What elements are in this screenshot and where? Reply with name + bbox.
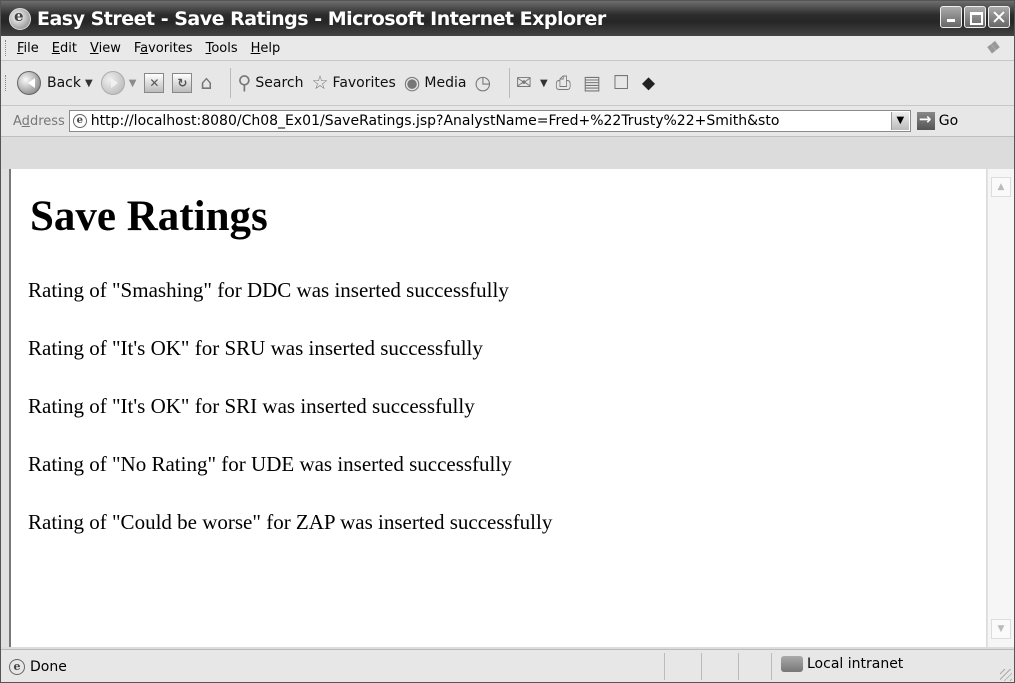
search-button[interactable]: ⚲ Search <box>237 72 303 94</box>
result-message: Rating of "Could be worse" for ZAP was i… <box>28 510 553 534</box>
home-button[interactable]: ⌂ <box>200 72 216 94</box>
maximize-button[interactable] <box>964 6 986 28</box>
favorites-button[interactable]: ☆ Favorites <box>312 72 396 94</box>
page-content: Save Ratings Rating of "Smashing" for DD… <box>11 169 986 647</box>
result-message: Rating of "No Rating" for UDE was insert… <box>28 452 512 476</box>
menu-tools[interactable]: Tools <box>206 41 238 56</box>
status-panel <box>664 653 665 680</box>
stop-icon: ✕ <box>144 73 165 93</box>
windows-logo-icon: ❖ <box>984 38 1000 57</box>
resize-grip[interactable] <box>1000 669 1012 681</box>
page-title: Save Ratings <box>30 193 268 240</box>
scroll-down-arrow-icon[interactable]: ▼ <box>991 619 1011 639</box>
result-message: Rating of "It's OK" for SRI was inserted… <box>28 394 475 418</box>
result-message: Rating of "It's OK" for SRU was inserted… <box>28 336 483 360</box>
minimize-button[interactable] <box>940 6 962 28</box>
toolbar-separator <box>230 68 232 98</box>
star-icon: ☆ <box>311 72 329 94</box>
history-button[interactable]: ◷ <box>474 72 495 94</box>
intranet-icon <box>781 656 803 672</box>
menu-help[interactable]: Help <box>251 41 281 56</box>
standard-toolbar: Back ▼ ▼ ✕ ↻ ⌂ ⚲ Search ☆ Favorites ◉ Me… <box>1 61 1014 106</box>
back-arrow-icon <box>17 71 41 95</box>
status-panel <box>701 653 702 680</box>
mail-icon: ✉ <box>516 72 532 94</box>
window-controls <box>940 6 1010 28</box>
back-button[interactable]: Back ▼ <box>17 71 93 95</box>
history-icon: ◷ <box>474 72 492 94</box>
refresh-button[interactable]: ↻ <box>172 73 193 93</box>
media-button[interactable]: ◉ Media <box>404 72 467 94</box>
menu-bar: File Edit View Favorites Tools Help ❖ <box>1 36 1014 61</box>
address-input[interactable]: e http://localhost:8080/Ch08_Ex01/SaveRa… <box>68 110 911 132</box>
toolbar-grip[interactable] <box>5 40 9 56</box>
chevron-down-icon[interactable]: ▼ <box>85 78 93 89</box>
stop-button[interactable]: ✕ <box>144 73 165 93</box>
menu-edit[interactable]: Edit <box>52 41 77 56</box>
discuss-icon: ☐ <box>612 72 630 94</box>
forward-arrow-icon <box>100 71 125 95</box>
edit-button[interactable]: ▤ <box>583 72 605 94</box>
bluetooth-icon: ⬥ <box>641 72 656 94</box>
scroll-up-arrow-icon[interactable]: ▲ <box>991 177 1011 197</box>
menu-view[interactable]: View <box>90 41 121 56</box>
status-bar: e Done Local intranet <box>1 649 1014 682</box>
result-message: Rating of "Smashing" for DDC was inserte… <box>28 278 509 302</box>
forward-button[interactable]: ▼ <box>100 71 137 95</box>
home-icon: ⌂ <box>200 72 213 94</box>
address-label: Address <box>13 113 65 129</box>
status-panel <box>771 653 772 680</box>
menu-file[interactable]: File <box>17 41 39 56</box>
toolbar-separator <box>509 68 511 98</box>
print-icon: ⎙ <box>555 72 571 94</box>
menu-favorites[interactable]: Favorites <box>134 41 193 56</box>
print-button[interactable]: ⎙ <box>556 72 575 94</box>
window-frame-left <box>1 169 11 647</box>
window-title: Easy Street - Save Ratings - Microsoft I… <box>37 7 606 30</box>
mail-button[interactable]: ✉ ▼ <box>516 72 548 94</box>
vertical-scrollbar[interactable]: ▲ ▼ <box>987 169 1014 647</box>
close-button[interactable] <box>988 6 1010 28</box>
title-bar[interactable]: Easy Street - Save Ratings - Microsoft I… <box>1 1 1014 36</box>
discuss-button[interactable]: ☐ <box>613 72 634 94</box>
media-icon: ◉ <box>403 72 421 94</box>
page-icon: e <box>72 114 87 128</box>
refresh-icon: ↻ <box>172 73 193 93</box>
edit-icon: ▤ <box>582 72 601 94</box>
status-panel <box>738 653 739 680</box>
bluetooth-button[interactable]: ⬥ <box>642 72 659 94</box>
chevron-down-icon[interactable]: ▼ <box>540 78 548 89</box>
go-arrow-icon <box>916 110 935 130</box>
browser-window: Easy Street - Save Ratings - Microsoft I… <box>0 0 1015 683</box>
status-text: Done <box>30 658 67 675</box>
chevron-down-icon[interactable]: ▼ <box>129 78 137 89</box>
toolbar-grip[interactable] <box>5 75 9 91</box>
go-button[interactable]: Go <box>916 110 958 130</box>
search-icon: ⚲ <box>237 72 252 94</box>
page-done-icon: e <box>9 658 25 675</box>
address-url[interactable]: http://localhost:8080/Ch08_Ex01/SaveRati… <box>91 113 780 129</box>
ie-logo-icon <box>9 7 31 30</box>
chevron-down-icon[interactable]: ▼ <box>890 112 909 130</box>
address-bar: Address e http://localhost:8080/Ch08_Ex0… <box>1 106 1014 137</box>
security-zone[interactable]: Local intranet <box>781 656 903 672</box>
